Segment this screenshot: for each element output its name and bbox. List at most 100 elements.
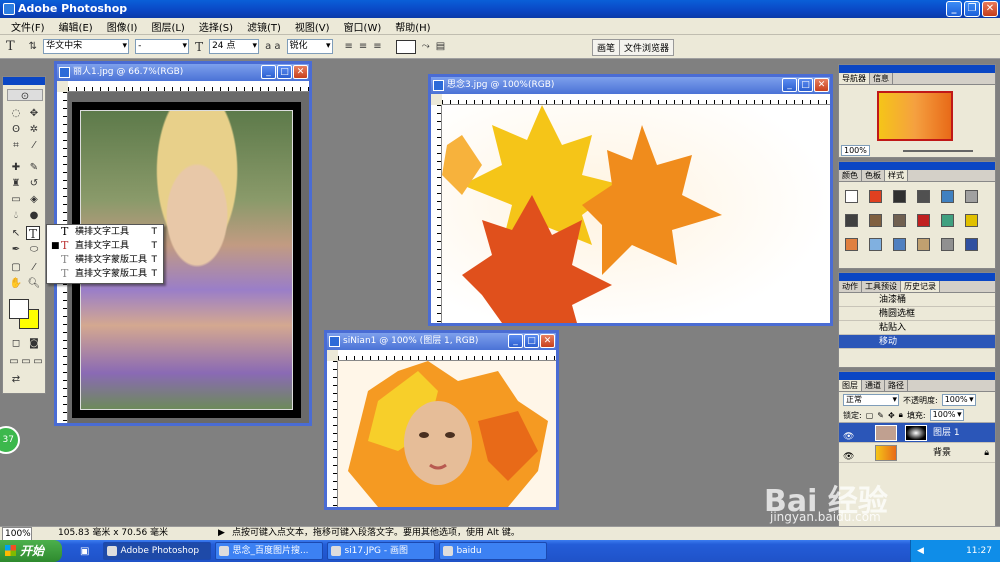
doc-maximize-button[interactable]: □ <box>798 78 813 92</box>
minimize-button[interactable]: _ <box>946 1 962 17</box>
crop-icon[interactable]: ⌗ <box>9 139 23 153</box>
visibility-eye-icon[interactable]: 👁︎ <box>843 447 854 467</box>
panel-header[interactable] <box>839 65 995 73</box>
quicklaunch-icon[interactable]: ▣ <box>80 546 89 557</box>
tab-history[interactable]: 历史记录 <box>901 281 940 292</box>
flyout-item-vertical-type-mask[interactable]: T 直排文字蒙版工具 T <box>47 267 163 281</box>
flyout-item-horizontal-type-mask[interactable]: T 横排文字蒙版工具 T <box>47 253 163 267</box>
style-swatch[interactable] <box>845 238 858 251</box>
quickmask-mode-icon[interactable]: ◙ <box>27 337 41 351</box>
menu-layer[interactable]: 图层(L) <box>144 19 191 34</box>
doc-titlebar[interactable]: 丽人1.jpg @ 66.7%(RGB) _ □ ✕ <box>57 64 309 81</box>
style-swatch[interactable] <box>845 214 858 227</box>
antialias-select[interactable]: 锐化 <box>286 39 333 54</box>
clock[interactable]: 11:27 <box>966 546 992 556</box>
menu-view[interactable]: 视图(V) <box>288 19 337 34</box>
align-left-icon[interactable]: ≡ <box>345 41 353 52</box>
shape-icon[interactable]: ⬭ <box>27 243 41 257</box>
align-right-icon[interactable]: ≡ <box>373 41 381 52</box>
doc-maximize-button[interactable]: □ <box>524 334 539 348</box>
style-swatch[interactable] <box>893 214 906 227</box>
pen-icon[interactable]: ✒ <box>9 243 23 257</box>
doc-window-leaves[interactable]: 思念3.jpg @ 100%(RGB) _ □ ✕ <box>428 74 833 326</box>
lock-paint-icon[interactable]: ✎ <box>877 411 884 420</box>
font-family-select[interactable]: 华文中宋 <box>43 39 130 54</box>
doc-titlebar[interactable]: 思念3.jpg @ 100%(RGB) _ □ ✕ <box>431 77 830 94</box>
menu-filter[interactable]: 滤镜(T) <box>240 19 288 34</box>
toolbox-header[interactable] <box>3 77 45 85</box>
blend-mode-select[interactable]: 正常 <box>843 394 899 406</box>
style-swatch[interactable] <box>893 190 906 203</box>
style-swatch[interactable] <box>869 190 882 203</box>
tab-layers[interactable]: 图层 <box>839 380 862 391</box>
healing-icon[interactable]: ✚ <box>9 161 23 175</box>
brush-icon[interactable]: ✎ <box>27 161 41 175</box>
move-icon[interactable]: ✥ <box>27 107 41 121</box>
path-select-icon[interactable]: ↖ <box>9 227 23 241</box>
bucket-icon[interactable]: ◈ <box>27 193 41 207</box>
tab-color[interactable]: 颜色 <box>839 170 862 181</box>
tray-volume-icon[interactable]: ◀ <box>917 540 924 562</box>
lasso-icon[interactable]: ʘ <box>9 123 23 137</box>
flyout-item-horizontal-type[interactable]: T 横排文字工具 T <box>47 225 163 239</box>
tab-info[interactable]: 信息 <box>870 73 893 84</box>
task-paint[interactable]: si17.JPG - 画图 <box>327 542 436 560</box>
history-item[interactable]: 椭圆选框 <box>839 307 995 321</box>
layer-row[interactable]: 👁︎ 背景 🔒︎ <box>839 443 995 463</box>
history-brush-icon[interactable]: ↺ <box>27 177 41 191</box>
doc-titlebar[interactable]: siNian1 @ 100% (图层 1, RGB) _ □ ✕ <box>327 333 556 350</box>
style-swatch[interactable] <box>893 238 906 251</box>
screen-mode-3-icon[interactable]: ▭ <box>31 355 45 369</box>
palettes-icon[interactable]: ▤ <box>436 41 445 52</box>
font-style-select[interactable]: - <box>135 39 190 54</box>
style-swatch[interactable] <box>917 238 930 251</box>
history-item[interactable]: 粘贴入 <box>839 321 995 335</box>
tab-actions[interactable]: 动作 <box>839 281 862 292</box>
task-browser[interactable]: 思念_百度图片搜... <box>215 542 324 560</box>
doc-minimize-button[interactable]: _ <box>508 334 523 348</box>
tab-styles[interactable]: 样式 <box>885 170 908 181</box>
eraser-icon[interactable]: ▭ <box>9 193 23 207</box>
zoom-icon[interactable]: 🔍︎ <box>27 277 41 291</box>
blur-icon[interactable]: 💧︎ <box>9 209 23 223</box>
slice-icon[interactable]: ⁄ <box>27 139 41 153</box>
foreground-color[interactable] <box>9 299 29 319</box>
doc-close-button[interactable]: ✕ <box>293 65 308 79</box>
opacity-input[interactable]: 100% <box>941 394 976 406</box>
fill-input[interactable]: 100% <box>929 409 964 421</box>
marquee-icon[interactable]: ◌ <box>9 107 23 121</box>
navigator-zoom[interactable]: 100% <box>841 145 870 156</box>
tab-swatches[interactable]: 色板 <box>862 170 885 181</box>
start-button[interactable]: 开始 <box>0 540 62 562</box>
style-swatch[interactable] <box>869 238 882 251</box>
task-photoshop[interactable]: Adobe Photoshop <box>103 542 212 560</box>
style-swatch[interactable] <box>941 238 954 251</box>
close-button[interactable]: ✕ <box>982 1 998 17</box>
doc-close-button[interactable]: ✕ <box>814 78 829 92</box>
doc-canvas[interactable] <box>338 361 556 507</box>
style-swatch[interactable] <box>917 214 930 227</box>
style-swatch[interactable] <box>941 190 954 203</box>
style-swatch[interactable] <box>869 214 882 227</box>
layer-row-active[interactable]: 👁︎ 图层 1 <box>839 423 995 443</box>
restore-button[interactable]: ❐ <box>964 1 980 17</box>
tab-tool-presets[interactable]: 工具预设 <box>862 281 901 292</box>
history-item-selected[interactable]: 移动 <box>839 335 995 349</box>
tab-brushes[interactable]: 画笔 <box>591 39 620 56</box>
status-arrow-icon[interactable]: ▶ <box>218 527 225 540</box>
tool-preset-picker[interactable]: T <box>6 39 15 54</box>
doc-minimize-button[interactable]: _ <box>782 78 797 92</box>
doc-canvas[interactable] <box>442 105 830 323</box>
type-tool-icon[interactable]: T <box>26 226 40 241</box>
magic-wand-icon[interactable]: ✲ <box>27 123 41 137</box>
text-color-swatch[interactable] <box>395 39 416 54</box>
doc-maximize-button[interactable]: □ <box>277 65 292 79</box>
menu-image[interactable]: 图像(I) <box>100 19 145 34</box>
lock-transparency-icon[interactable]: ▢ <box>866 411 874 420</box>
style-swatch[interactable] <box>941 214 954 227</box>
flyout-item-vertical-type[interactable]: ■ T 直排文字工具 T <box>47 239 163 253</box>
style-none[interactable] <box>845 190 858 203</box>
hand-icon[interactable]: ✋ <box>9 277 23 291</box>
panel-header[interactable] <box>839 372 995 380</box>
tab-navigator[interactable]: 导航器 <box>839 73 870 84</box>
